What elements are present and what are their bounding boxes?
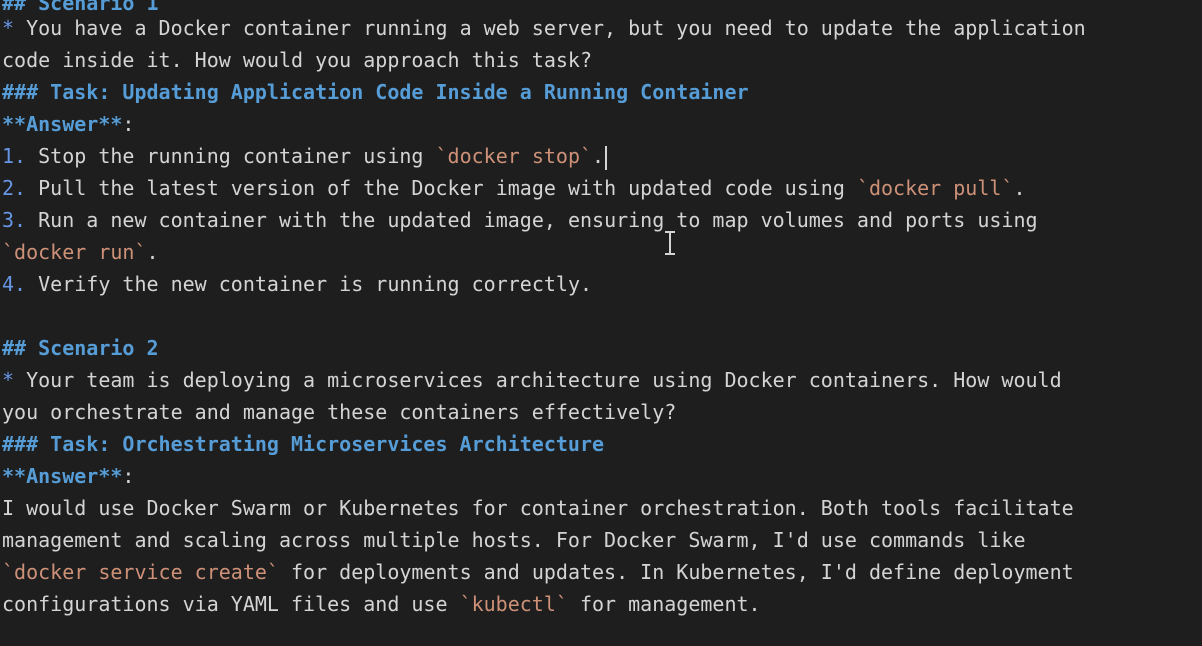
step-tail: . bbox=[1013, 176, 1026, 200]
answer-2-line-1: I would use Docker Swarm or Kubernetes f… bbox=[2, 492, 1074, 524]
answer-text: configurations via YAML files and use bbox=[2, 592, 460, 616]
task-1-heading: ### Task: Updating Application Code Insi… bbox=[2, 80, 749, 104]
scenario-1-question-line-2: code inside it. How would you approach t… bbox=[2, 44, 592, 76]
markdown-editor[interactable]: ## Scenario 1 * You have a Docker contai… bbox=[0, 0, 1202, 646]
inline-code: `docker run` bbox=[2, 240, 147, 264]
answer-text: for deployments and updates. In Kubernet… bbox=[278, 560, 1074, 584]
list-number: 4. bbox=[2, 272, 27, 296]
answer-text: for management. bbox=[567, 592, 761, 616]
question-text: You have a Docker container running a we… bbox=[14, 16, 1086, 40]
step-3-line-1: 3. Run a new container with the updated … bbox=[2, 204, 1038, 236]
step-text: Pull the latest version of the Docker im… bbox=[26, 176, 857, 200]
step-1: 1. Stop the running container using `doc… bbox=[2, 140, 608, 172]
inline-code: `kubectl` bbox=[459, 592, 568, 616]
step-tail: . bbox=[592, 144, 605, 168]
answer-text: I would use Docker Swarm or Kubernetes f… bbox=[2, 496, 1074, 520]
answer-1-label: **Answer**: bbox=[2, 108, 134, 140]
task-2-heading: ### Task: Orchestrating Microservices Ar… bbox=[2, 432, 605, 456]
question-text: you orchestrate and manage these contain… bbox=[2, 400, 677, 424]
answer-colon: : bbox=[122, 464, 135, 488]
text-cursor-icon bbox=[664, 230, 676, 256]
list-number: 3. bbox=[2, 208, 27, 232]
answer-2-line-2: management and scaling across multiple h… bbox=[2, 524, 1026, 556]
text-caret bbox=[605, 145, 608, 170]
answer-bold: **Answer** bbox=[2, 112, 123, 136]
step-text: Verify the new container is running corr… bbox=[26, 272, 593, 296]
answer-2-label: **Answer**: bbox=[2, 460, 134, 492]
step-3-line-2: `docker run`. bbox=[2, 236, 159, 268]
question-text: code inside it. How would you approach t… bbox=[2, 48, 593, 72]
scenario-2-question-line-2: you orchestrate and manage these contain… bbox=[2, 396, 676, 428]
inline-code: `docker pull` bbox=[856, 176, 1014, 200]
inline-code: `docker stop` bbox=[435, 144, 593, 168]
list-number: 1. bbox=[2, 144, 27, 168]
bullet-marker: * bbox=[2, 368, 15, 392]
scenario-2-question-line-1: * Your team is deploying a microservices… bbox=[2, 364, 1062, 396]
scenario-1-question-line-1: * You have a Docker container running a … bbox=[2, 12, 1086, 44]
step-4: 4. Verify the new container is running c… bbox=[2, 268, 592, 300]
list-number: 2. bbox=[2, 176, 27, 200]
step-text: Stop the running container using bbox=[26, 144, 436, 168]
bullet-marker: * bbox=[2, 16, 15, 40]
answer-2-line-4: configurations via YAML files and use `k… bbox=[2, 588, 761, 620]
step-2: 2. Pull the latest version of the Docker… bbox=[2, 172, 1026, 204]
answer-colon: : bbox=[122, 112, 135, 136]
question-text: Your team is deploying a microservices a… bbox=[14, 368, 1062, 392]
inline-code: `docker service create` bbox=[2, 560, 279, 584]
answer-text: management and scaling across multiple h… bbox=[2, 528, 1026, 552]
step-tail: . bbox=[146, 240, 159, 264]
step-text: Run a new container with the updated ima… bbox=[26, 208, 1038, 232]
answer-bold: **Answer** bbox=[2, 464, 123, 488]
scenario-2-heading: ## Scenario 2 bbox=[2, 336, 159, 360]
answer-2-line-3: `docker service create` for deployments … bbox=[2, 556, 1074, 588]
